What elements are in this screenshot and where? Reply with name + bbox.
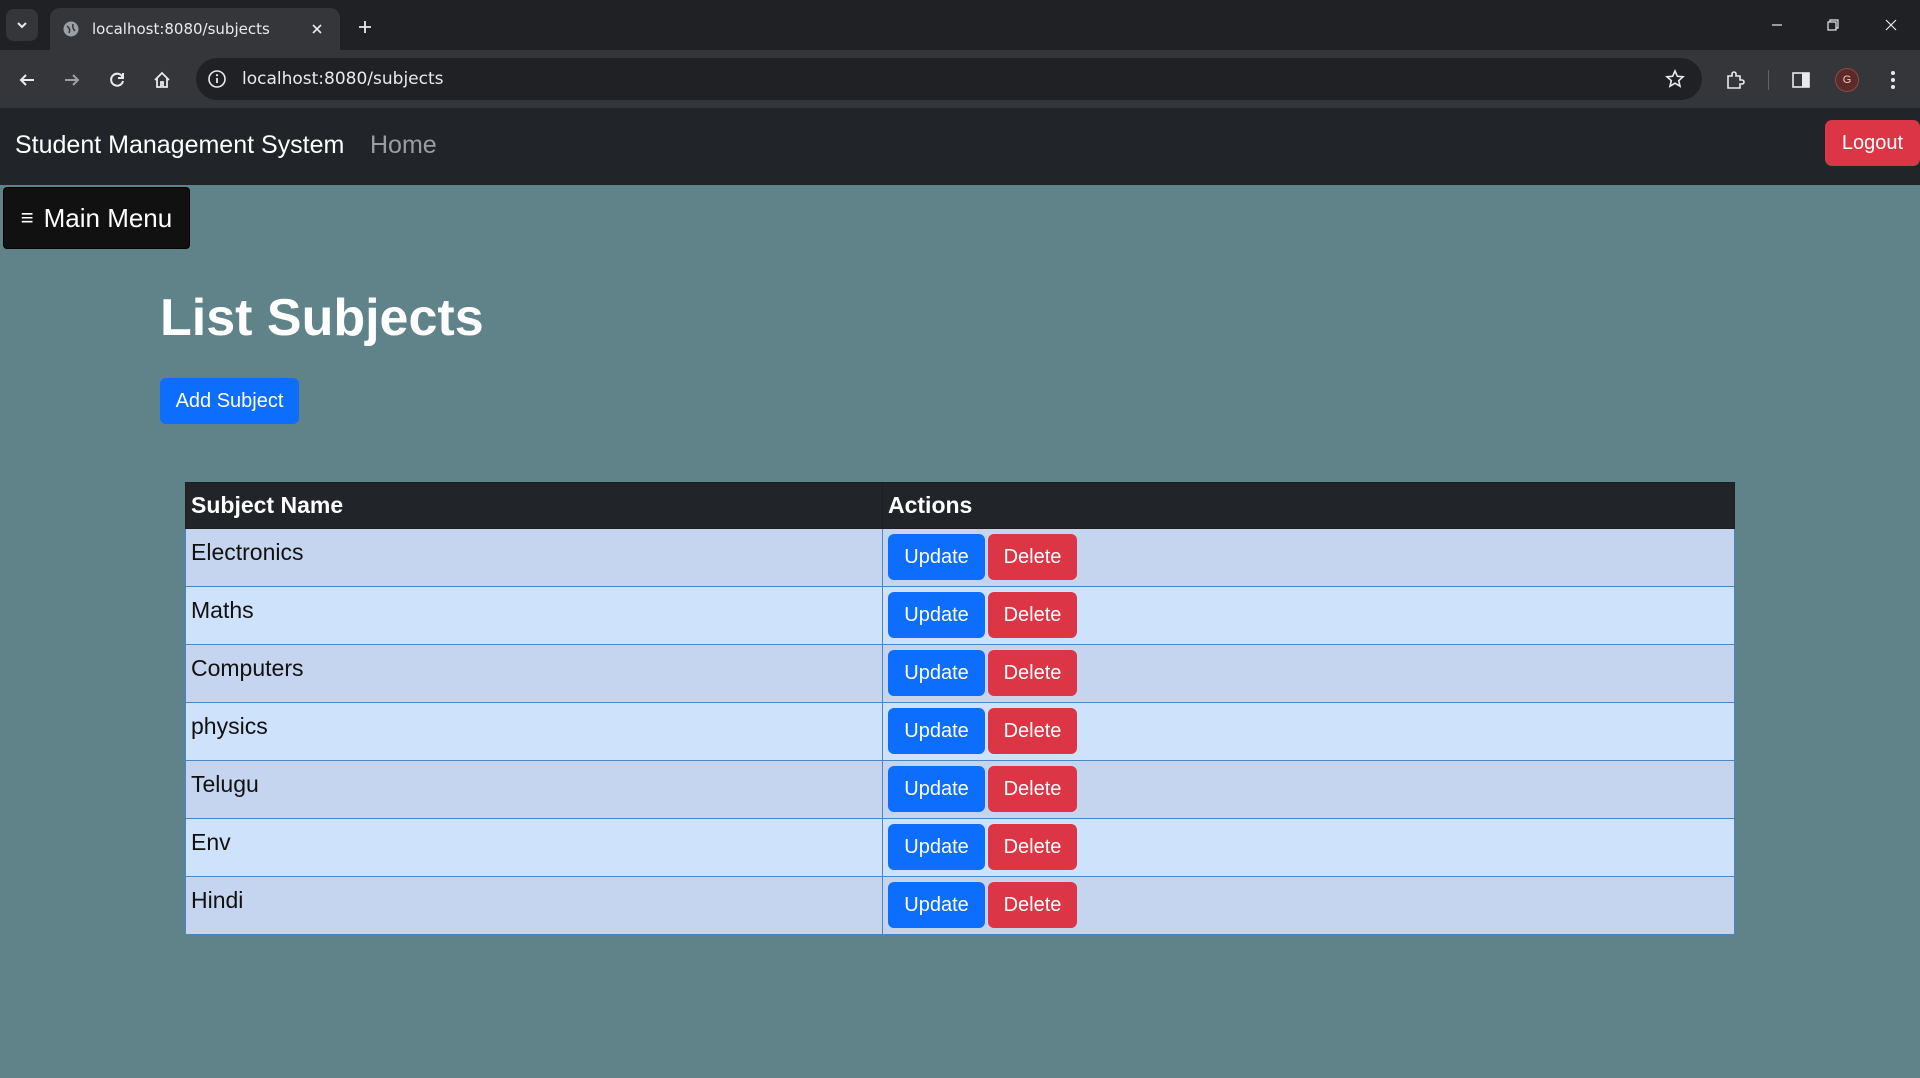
close-window-button[interactable] bbox=[1868, 8, 1914, 42]
main-menu-label: Main Menu bbox=[43, 202, 173, 233]
update-button[interactable]: Update bbox=[888, 650, 985, 696]
tab-close-button[interactable] bbox=[306, 18, 328, 40]
hamburger-icon: ≡ bbox=[20, 205, 34, 230]
table-row: Env Update Delete bbox=[185, 818, 1735, 877]
arrow-right-icon bbox=[65, 74, 80, 86]
logout-button[interactable]: Logout bbox=[1825, 120, 1920, 166]
add-subject-button[interactable]: Add Subject bbox=[160, 378, 299, 424]
subject-name-cell: Hindi bbox=[185, 876, 883, 935]
brand-link[interactable]: Student Management System bbox=[15, 131, 344, 160]
actions-cell: Update Delete bbox=[882, 528, 1735, 587]
subject-name-cell: Env bbox=[185, 818, 883, 877]
main-menu-button[interactable]: ≡ Main Menu bbox=[3, 187, 190, 249]
actions-cell: Update Delete bbox=[882, 586, 1735, 645]
delete-button[interactable]: Delete bbox=[988, 766, 1077, 812]
update-button[interactable]: Update bbox=[888, 592, 985, 638]
globe-icon bbox=[63, 21, 79, 37]
update-button[interactable]: Update bbox=[888, 534, 985, 580]
actions-cell: Update Delete bbox=[882, 760, 1735, 819]
table-row: Computers Update Delete bbox=[185, 644, 1735, 703]
table-row: physics Update Delete bbox=[185, 702, 1735, 761]
close-icon bbox=[1885, 19, 1897, 31]
delete-button[interactable]: Delete bbox=[988, 824, 1077, 870]
update-button[interactable]: Update bbox=[888, 766, 985, 812]
nav-home-link[interactable]: Home bbox=[370, 131, 437, 160]
subject-name: Hindi bbox=[191, 887, 244, 913]
home-button[interactable] bbox=[145, 63, 179, 97]
update-button[interactable]: Update bbox=[888, 882, 985, 928]
puzzle-icon bbox=[1727, 71, 1745, 89]
avatar: G bbox=[1835, 68, 1859, 92]
actions-cell: Update Delete bbox=[882, 702, 1735, 761]
subject-name-cell: Electronics bbox=[185, 528, 883, 587]
reload-button[interactable] bbox=[100, 63, 134, 97]
subject-name: Telugu bbox=[191, 771, 259, 797]
browser-tab[interactable]: localhost:8080/subjects bbox=[50, 8, 340, 50]
column-header-actions: Actions bbox=[882, 482, 1735, 529]
back-button[interactable] bbox=[10, 63, 44, 97]
subject-name-cell: physics bbox=[185, 702, 883, 761]
subject-name: Env bbox=[191, 829, 231, 855]
side-panel-icon bbox=[1792, 72, 1810, 88]
browser-tab-bar: localhost:8080/subjects bbox=[0, 0, 1920, 50]
toolbar-divider bbox=[1768, 70, 1769, 90]
kebab-menu-icon bbox=[1891, 71, 1895, 89]
subject-name: physics bbox=[191, 713, 268, 739]
reload-icon bbox=[110, 72, 124, 87]
extensions-button[interactable] bbox=[1718, 63, 1752, 97]
subjects-table: Subject Name Actions Electronics Update D… bbox=[185, 482, 1735, 935]
table-header-row: Subject Name Actions bbox=[185, 482, 1735, 529]
arrow-left-icon bbox=[19, 74, 34, 86]
subject-name-cell: Telugu bbox=[185, 760, 883, 819]
plus-icon bbox=[359, 21, 371, 33]
minimize-button[interactable] bbox=[1754, 8, 1800, 42]
actions-cell: Update Delete bbox=[882, 644, 1735, 703]
url-text[interactable]: localhost:8080/subjects bbox=[242, 69, 1658, 89]
page-title: List Subjects bbox=[160, 289, 484, 347]
delete-button[interactable]: Delete bbox=[988, 534, 1077, 580]
delete-button[interactable]: Delete bbox=[988, 882, 1077, 928]
tab-search-button[interactable] bbox=[6, 9, 38, 41]
delete-button[interactable]: Delete bbox=[988, 592, 1077, 638]
table-row: Electronics Update Delete bbox=[185, 528, 1735, 587]
chevron-down-icon bbox=[17, 22, 27, 29]
delete-button[interactable]: Delete bbox=[988, 708, 1077, 754]
subject-name-cell: Maths bbox=[185, 586, 883, 645]
table-row: Hindi Update Delete bbox=[185, 876, 1735, 935]
profile-button[interactable]: G bbox=[1830, 63, 1864, 97]
home-icon bbox=[154, 71, 170, 88]
update-button[interactable]: Update bbox=[888, 708, 985, 754]
restore-button[interactable] bbox=[1810, 8, 1856, 42]
column-header-subject-name: Subject Name bbox=[185, 482, 883, 529]
subject-name: Maths bbox=[191, 597, 254, 623]
subject-name: Computers bbox=[191, 655, 304, 681]
minimize-icon bbox=[1772, 24, 1782, 26]
subject-name: Electronics bbox=[191, 539, 304, 565]
actions-cell: Update Delete bbox=[882, 876, 1735, 935]
close-icon bbox=[312, 24, 322, 34]
app-navbar: Student Management System Home Logout bbox=[0, 108, 1920, 185]
table-row: Maths Update Delete bbox=[185, 586, 1735, 645]
table-row: Telugu Update Delete bbox=[185, 760, 1735, 819]
subject-name-cell: Computers bbox=[185, 644, 883, 703]
actions-cell: Update Delete bbox=[882, 818, 1735, 877]
browser-menu-button[interactable] bbox=[1876, 63, 1910, 97]
tab-title: localhost:8080/subjects bbox=[92, 20, 270, 38]
forward-button[interactable] bbox=[55, 63, 89, 97]
site-info-icon[interactable] bbox=[200, 62, 234, 96]
new-tab-button[interactable] bbox=[350, 12, 380, 42]
side-panel-button[interactable] bbox=[1784, 63, 1818, 97]
browser-toolbar: localhost:8080/subjects G bbox=[0, 50, 1920, 108]
update-button[interactable]: Update bbox=[888, 824, 985, 870]
bookmark-star-icon[interactable] bbox=[1658, 62, 1692, 96]
restore-icon bbox=[1827, 19, 1839, 31]
delete-button[interactable]: Delete bbox=[988, 650, 1077, 696]
address-bar[interactable]: localhost:8080/subjects bbox=[196, 58, 1702, 100]
